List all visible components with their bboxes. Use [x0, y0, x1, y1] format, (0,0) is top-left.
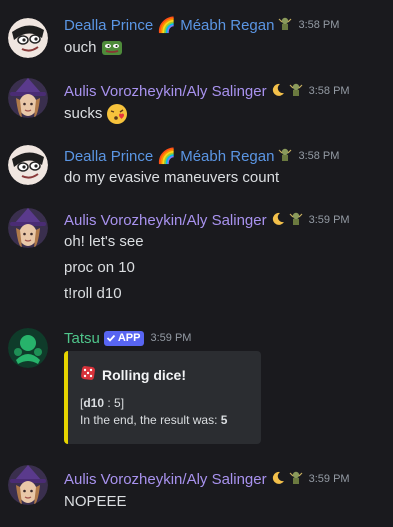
message-header: Aulis Vorozheykin/Aly Salinger 3:59 PM [64, 210, 350, 230]
username[interactable]: Aulis Vorozheykin/Aly Salinger [64, 471, 267, 488]
message-text: NOPEEE [64, 492, 127, 512]
avatar[interactable] [8, 208, 48, 248]
timestamp[interactable]: 3:58 PM [298, 19, 339, 31]
crescent-moon-icon[interactable] [271, 212, 285, 228]
timestamp[interactable]: 3:58 PM [298, 150, 339, 162]
chat-message-list[interactable]: Dealla Prince 🌈 Méabh Regan 3:58 PM ouch [0, 0, 393, 527]
message-text: oh! let's see [64, 232, 144, 252]
result-prefix: In the end, the result was: [80, 413, 221, 427]
checkmark-icon [106, 334, 116, 342]
avatar[interactable] [8, 328, 48, 368]
message-header: Tatsu APP 3:59 PM [64, 328, 191, 348]
dice-label: d10 [83, 396, 105, 410]
result-line: In the end, the result was: 5 [80, 413, 227, 427]
message-text: t!roll d10 [64, 284, 122, 304]
troll-icon[interactable] [289, 211, 303, 229]
embed-title: Rolling dice! [80, 365, 186, 384]
bracket-close: ] [120, 396, 125, 410]
message-header: Dealla Prince 🌈 Méabh Regan 3:58 PM [64, 15, 339, 35]
message-line: t!roll d10 [64, 285, 122, 302]
message-text: do my evasive maneuvers count [64, 168, 279, 188]
troll-icon[interactable] [278, 16, 292, 34]
username[interactable]: Aulis Vorozheykin/Aly Salinger [64, 83, 267, 100]
embed-card: Rolling dice! [d10 : 5] In the end, the … [64, 351, 261, 444]
dice-value: 5 [114, 396, 121, 410]
crescent-moon-icon[interactable] [271, 83, 285, 99]
result-value: 5 [220, 413, 228, 427]
avatar[interactable] [8, 145, 48, 185]
timestamp[interactable]: 3:59 PM [309, 214, 350, 226]
app-badge: APP [103, 330, 145, 346]
message-header: Aulis Vorozheykin/Aly Salinger 3:59 PM [64, 469, 350, 489]
message-text: proc on 10 [64, 258, 135, 278]
timestamp[interactable]: 3:59 PM [309, 473, 350, 485]
troll-icon[interactable] [278, 147, 292, 165]
embed-title-text: Rolling dice! [102, 366, 186, 383]
pepe-emoji[interactable] [101, 37, 123, 59]
username[interactable]: Tatsu [64, 330, 100, 347]
message-group: Dealla Prince 🌈 Méabh Regan 3:58 PM ouch [0, 0, 393, 70]
avatar[interactable] [8, 18, 48, 58]
avatar[interactable] [8, 465, 48, 505]
message-group: Aulis Vorozheykin/Aly Salinger 3:59 PM o… [0, 202, 393, 312]
username[interactable]: Dealla Prince 🌈 Méabh Regan [64, 147, 274, 165]
message-line: proc on 10 [64, 259, 135, 276]
kissing-heart-emoji[interactable] [106, 103, 128, 125]
troll-icon[interactable] [289, 82, 303, 100]
dice-icon [80, 365, 96, 384]
message-group: Aulis Vorozheykin/Aly Salinger 3:59 PM N… [0, 457, 393, 527]
timestamp[interactable]: 3:58 PM [309, 85, 350, 97]
avatar[interactable] [8, 78, 48, 118]
timestamp[interactable]: 3:59 PM [150, 332, 191, 344]
message-text: ouch [64, 37, 123, 59]
message-line: ouch [64, 39, 97, 56]
crescent-moon-icon[interactable] [271, 471, 285, 487]
dice-sep: : [104, 396, 115, 410]
message-line: NOPEEE [64, 493, 127, 510]
message-line: do my evasive maneuvers count [64, 169, 280, 186]
message-line: oh! let's see [64, 233, 144, 250]
username[interactable]: Aulis Vorozheykin/Aly Salinger [64, 212, 267, 229]
message-header: Dealla Prince 🌈 Méabh Regan 3:58 PM [64, 146, 339, 166]
message-group: Aulis Vorozheykin/Aly Salinger 3:58 PM s… [0, 70, 393, 140]
message-group: Dealla Prince 🌈 Méabh Regan 3:58 PM do m… [0, 140, 393, 202]
username[interactable]: Dealla Prince 🌈 Méabh Regan [64, 16, 274, 34]
troll-icon[interactable] [289, 470, 303, 488]
message-header: Aulis Vorozheykin/Aly Salinger 3:58 PM [64, 81, 350, 101]
app-badge-label: APP [117, 332, 141, 344]
message-text: sucks [64, 103, 128, 125]
dice-roll-line: [d10 : 5] [80, 396, 124, 410]
message-line: sucks [64, 105, 103, 122]
